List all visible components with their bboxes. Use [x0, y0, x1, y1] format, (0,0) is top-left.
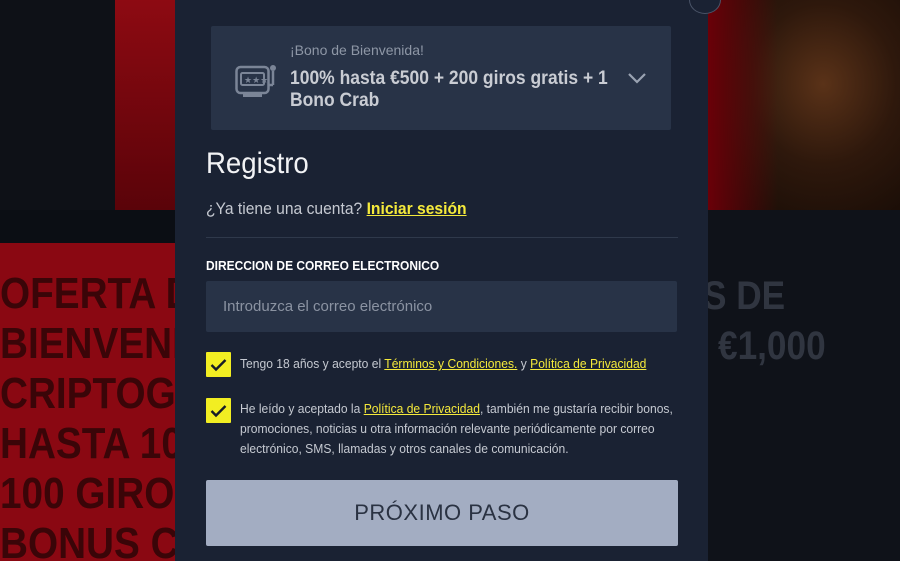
registration-modal: ★★★ ¡Bono de Bienvenida! 100% hasta €500…	[175, 0, 708, 561]
bonus-kicker: ¡Bono de Bienvenida!	[290, 42, 424, 58]
next-step-button[interactable]: PRÓXIMO PASO	[206, 480, 678, 546]
age-terms-text: Tengo 18 años y acepto el Términos y Con…	[240, 354, 646, 374]
checkmark-icon	[210, 358, 227, 371]
background-promo-line: OFERTA DE	[0, 269, 175, 318]
background-promo-right-line: €1,000	[718, 324, 826, 368]
checkmark-icon	[210, 404, 227, 417]
email-label: DIRECCION DE CORREO ELECTRONICO	[206, 258, 440, 273]
age-terms-consent: Tengo 18 años y acepto el Términos y Con…	[206, 352, 677, 377]
background-promo-line: CRIPTOGRÁFICA	[0, 369, 175, 418]
email-field[interactable]	[206, 281, 677, 332]
consent-connector: y	[520, 356, 527, 371]
background-banner-left	[115, 0, 175, 210]
have-account-line: ¿Ya tiene una cuenta? Iniciar sesión	[206, 199, 467, 219]
marketing-consent: He leído y aceptado la Política de Priva…	[206, 398, 710, 459]
background-promo-right: S DE €1,000	[708, 210, 900, 561]
background-banner-right	[708, 0, 900, 210]
consent-text: Tengo 18 años y acepto el	[240, 356, 382, 371]
chevron-down-icon[interactable]	[627, 71, 647, 85]
marketing-consent-text: He leído y aceptado la Política de Priva…	[240, 399, 677, 459]
age-terms-checkbox[interactable]	[206, 352, 231, 377]
background-promo-line: 100 GIROS	[0, 469, 175, 518]
background-promo-text: OFERTA DE BIENVENIDA CRIPTOGRÁFICA HASTA…	[0, 269, 175, 561]
background-promo-line: BIENVENIDA	[0, 319, 175, 368]
login-link[interactable]: Iniciar sesión	[367, 199, 467, 218]
page-title: Registro	[206, 147, 309, 180]
have-account-text: ¿Ya tiene una cuenta?	[206, 199, 363, 218]
background-promo-left: OFERTA DE BIENVENIDA CRIPTOGRÁFICA HASTA…	[0, 243, 175, 561]
welcome-bonus-card[interactable]: ★★★ ¡Bono de Bienvenida! 100% hasta €500…	[211, 26, 671, 130]
background-promo-right-line: S DE	[708, 274, 786, 318]
privacy-policy-link[interactable]: Política de Privacidad	[364, 401, 480, 416]
svg-text:★★★: ★★★	[244, 76, 268, 86]
consent-text: He leído y aceptado la	[240, 401, 361, 416]
divider	[206, 237, 678, 238]
slot-machine-icon: ★★★	[235, 65, 276, 97]
background-promo-line: BONUS CR	[0, 519, 175, 561]
bonus-title: 100% hasta €500 + 200 giros gratis + 1 B…	[290, 68, 608, 111]
terms-link[interactable]: Términos y Condiciones.	[384, 356, 517, 371]
background-promo-line: HASTA 100	[0, 419, 175, 468]
marketing-checkbox[interactable]	[206, 398, 231, 423]
privacy-policy-link[interactable]: Política de Privacidad	[530, 356, 646, 371]
